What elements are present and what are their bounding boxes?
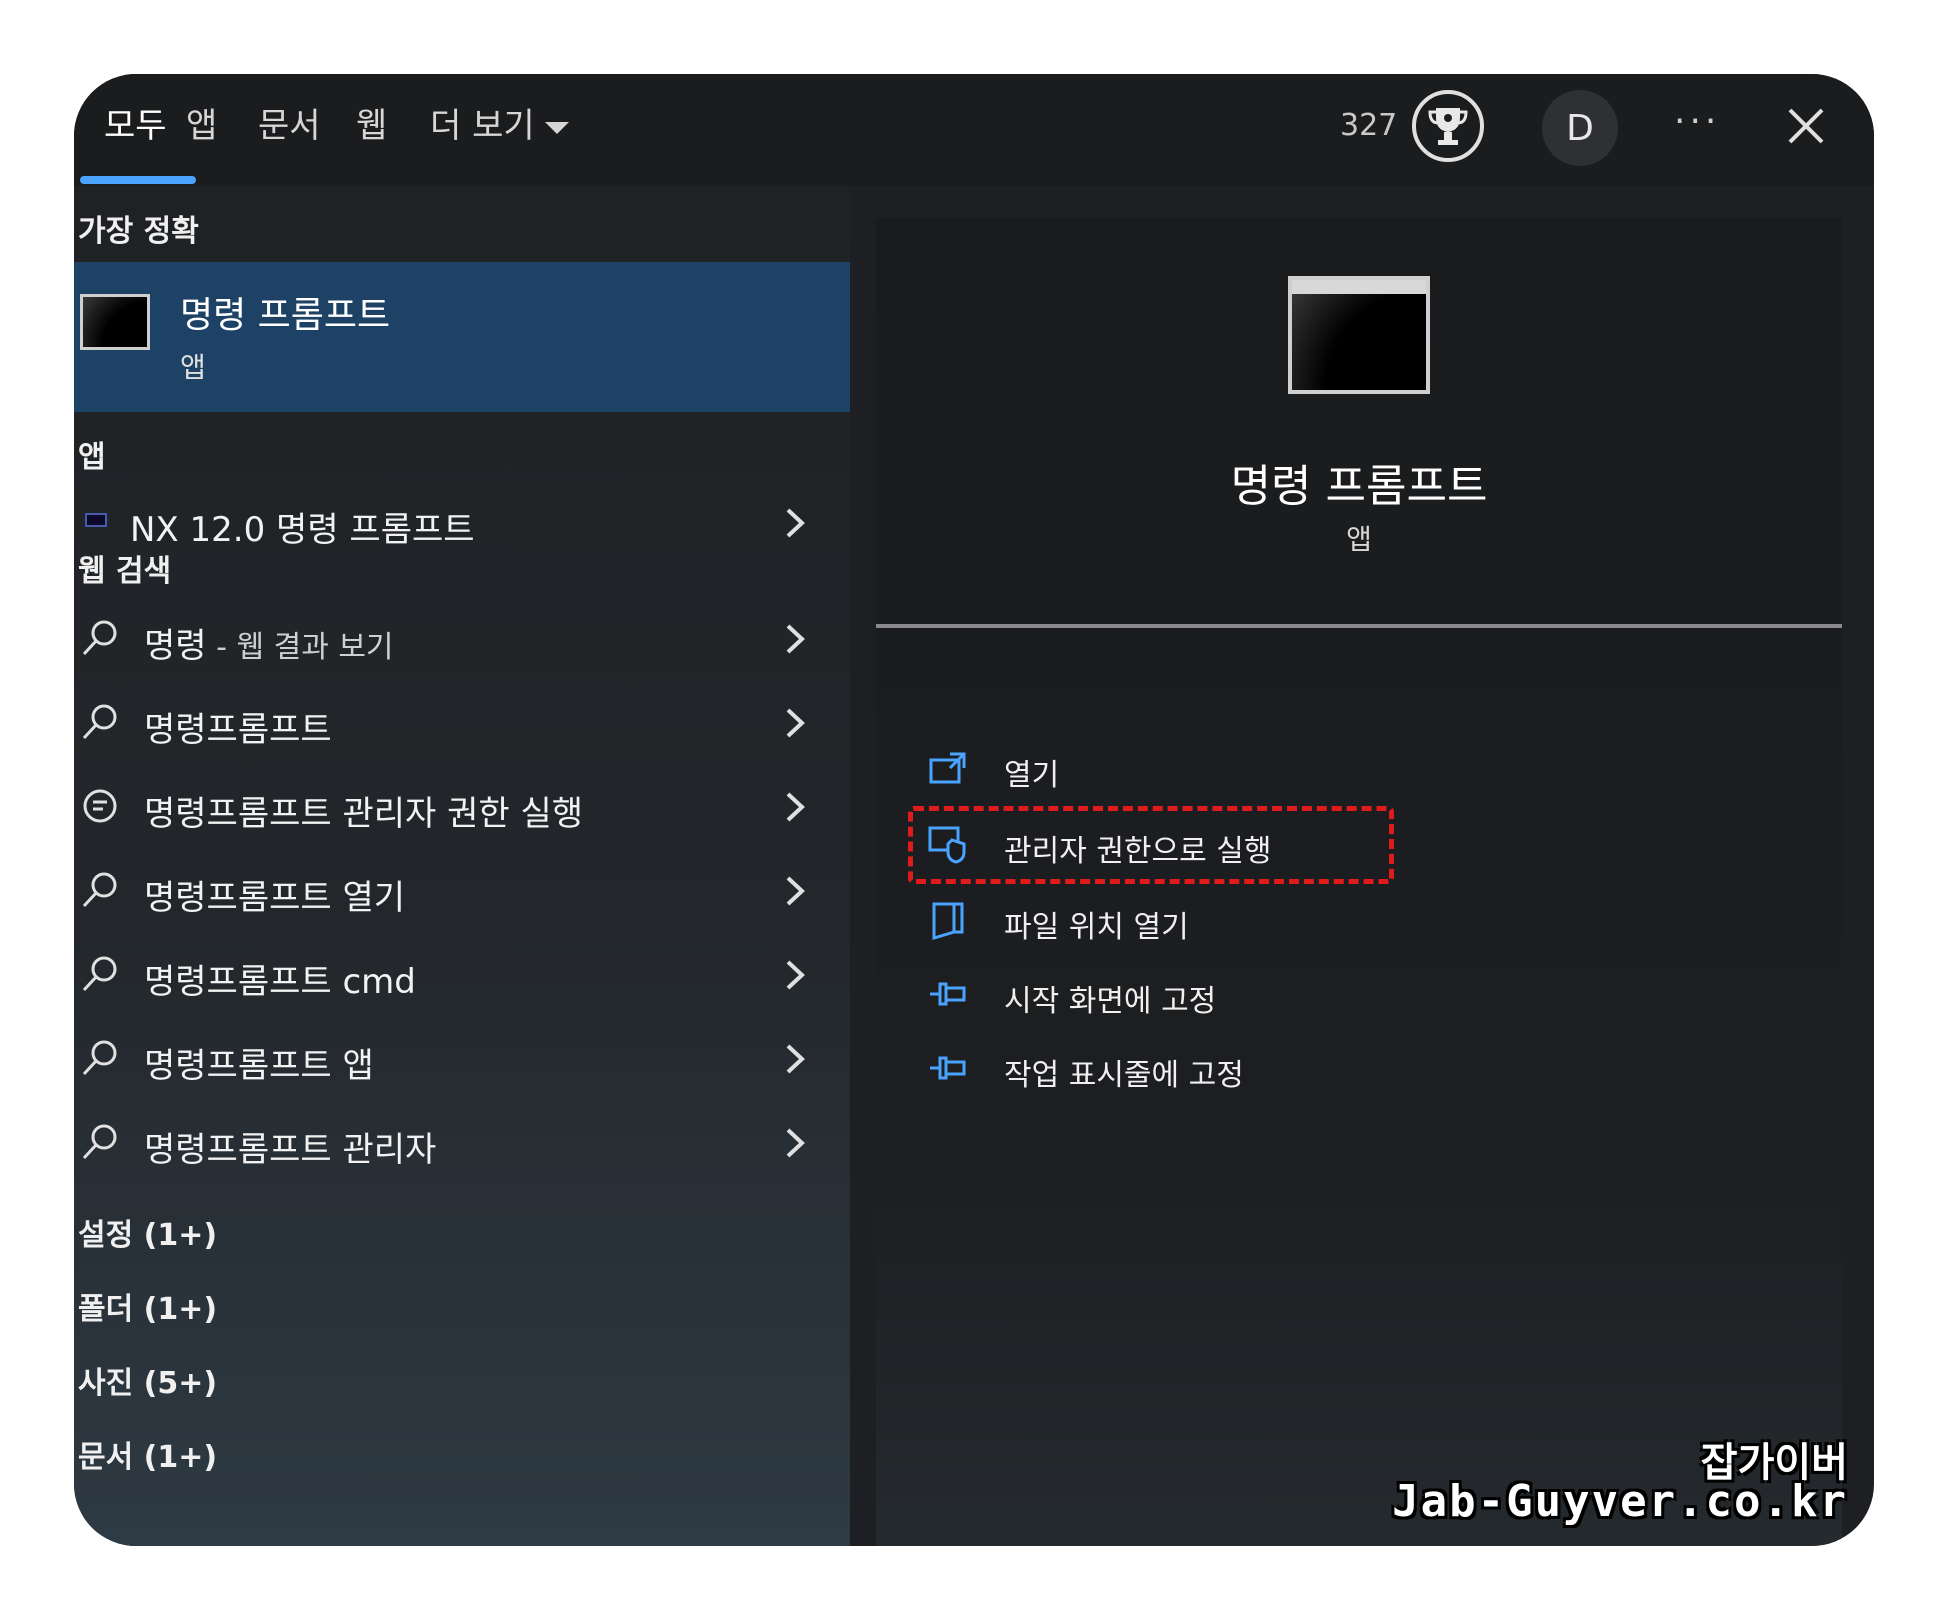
category-settings[interactable]: 설정 (1+) [78,1210,217,1254]
chevron-right-icon [782,874,808,908]
action-open-file-location[interactable]: 파일 위치 열기 [928,890,1628,950]
search-window: 모두 앱 문서 웹 더 보기 327 D ··· 가장 정확 명령 프롬프트 앱… [74,74,1874,1546]
search-icon [80,954,120,994]
command-prompt-icon [80,294,150,350]
watermark-url: Jab-Guyver.co.kr [1392,1476,1848,1527]
avatar[interactable]: D [1542,90,1618,166]
chevron-right-icon [782,622,808,656]
action-open-file-location-label: 파일 위치 열기 [1004,910,1189,945]
action-open-label: 열기 [1004,758,1060,793]
web-result-item[interactable]: 명령프롬프트 앱 [74,1022,850,1100]
chevron-right-icon [782,958,808,992]
nx-app-icon [80,502,120,542]
action-open[interactable]: 열기 [928,738,1628,798]
shield-icon [928,824,968,864]
web-result-item[interactable]: 명령프롬프트 cmd [74,938,850,1016]
chevron-right-icon [782,706,808,740]
pin-icon [928,1048,968,1088]
more-options-icon[interactable]: ··· [1674,98,1720,146]
active-tab-indicator [80,176,196,184]
web-result-item[interactable]: 명령프롬프트 [74,686,850,764]
chevron-right-icon [782,1042,808,1076]
action-pin-to-start[interactable]: 시작 화면에 고정 [928,964,1628,1024]
tab-more-label: 더 보기 [430,106,535,146]
web-result-item[interactable]: 명령프롬프트 열기 [74,854,850,932]
chevron-right-icon [782,790,808,824]
search-icon [80,702,120,742]
chat-icon [80,786,120,826]
web-result-item[interactable]: 명령프롬프트 관리자 권한 실행 [74,770,850,848]
rewards-points: 327 [1340,108,1398,143]
tab-all[interactable]: 모두 [104,102,167,150]
web-result-item[interactable]: 명령프롬프트 관리자 [74,1106,850,1184]
category-photos[interactable]: 사진 (5+) [78,1358,217,1402]
open-icon [928,748,968,788]
category-folders[interactable]: 폴더 (1+) [78,1284,217,1328]
action-pin-to-taskbar-label: 작업 표시줄에 고정 [1004,1058,1244,1093]
web-result-label: 명령프롬프트 cmd [144,962,416,1002]
details-pane: 명령 프롬프트 앱 열기 관리자 권한으로 실행 파일 위치 열기 시작 화면에… [876,218,1842,1546]
apps-heading: 앱 [78,440,106,475]
web-result-label: 명령프롬프트 관리자 [144,1130,437,1170]
web-result-label: 명령프롬프트 열기 [144,878,406,918]
app-result-label: NX 12.0 명령 프롬프트 [130,510,475,550]
action-run-as-admin-label: 관리자 권한으로 실행 [1004,834,1272,869]
tab-apps[interactable]: 앱 [186,102,217,150]
pin-icon [928,974,968,1014]
best-match-title: 명령 프롬프트 [180,295,391,336]
action-run-as-admin[interactable]: 관리자 권한으로 실행 [928,814,1628,874]
best-match-heading: 가장 정확 [78,214,199,249]
folder-icon [928,900,968,941]
web-result-item[interactable]: 명령 - 웹 결과 보기 [74,602,850,680]
web-search-heading: 웹 검색 [78,554,172,589]
best-match-item[interactable]: 명령 프롬프트 앱 [74,262,850,412]
details-subtitle: 앱 [1346,523,1372,556]
best-match-subtitle: 앱 [180,351,206,384]
close-icon[interactable] [1782,102,1830,150]
search-icon [80,870,120,910]
tab-web[interactable]: 웹 [356,102,387,150]
search-icon [80,618,120,658]
chevron-right-icon [782,506,808,540]
category-documents[interactable]: 문서 (1+) [78,1432,217,1476]
web-result-label: 명령프롬프트 앱 [144,1046,374,1086]
search-icon [80,1038,120,1078]
web-result-label: 명령 - 웹 결과 보기 [144,626,394,666]
tab-documents[interactable]: 문서 [258,102,321,150]
top-bar: 모두 앱 문서 웹 더 보기 327 D ··· [74,74,1874,186]
tab-more[interactable]: 더 보기 [430,102,569,150]
details-divider [876,624,1842,628]
web-result-label: 명령프롬프트 [144,710,332,750]
caret-down-icon [544,122,569,134]
action-pin-to-taskbar[interactable]: 작업 표시줄에 고정 [928,1038,1628,1098]
results-pane: 가장 정확 명령 프롬프트 앱 앱 NX 12.0 명령 프롬프트 웹 검색 명… [74,186,850,1546]
chevron-right-icon [782,1126,808,1160]
app-result-item[interactable]: NX 12.0 명령 프롬프트 [74,486,850,564]
trophy-icon[interactable] [1412,90,1484,162]
web-result-label: 명령프롬프트 관리자 권한 실행 [144,794,584,834]
action-pin-to-start-label: 시작 화면에 고정 [1004,984,1217,1019]
search-icon [80,1122,120,1162]
details-title: 명령 프롬프트 [1230,461,1488,512]
command-prompt-large-icon [1288,276,1430,394]
